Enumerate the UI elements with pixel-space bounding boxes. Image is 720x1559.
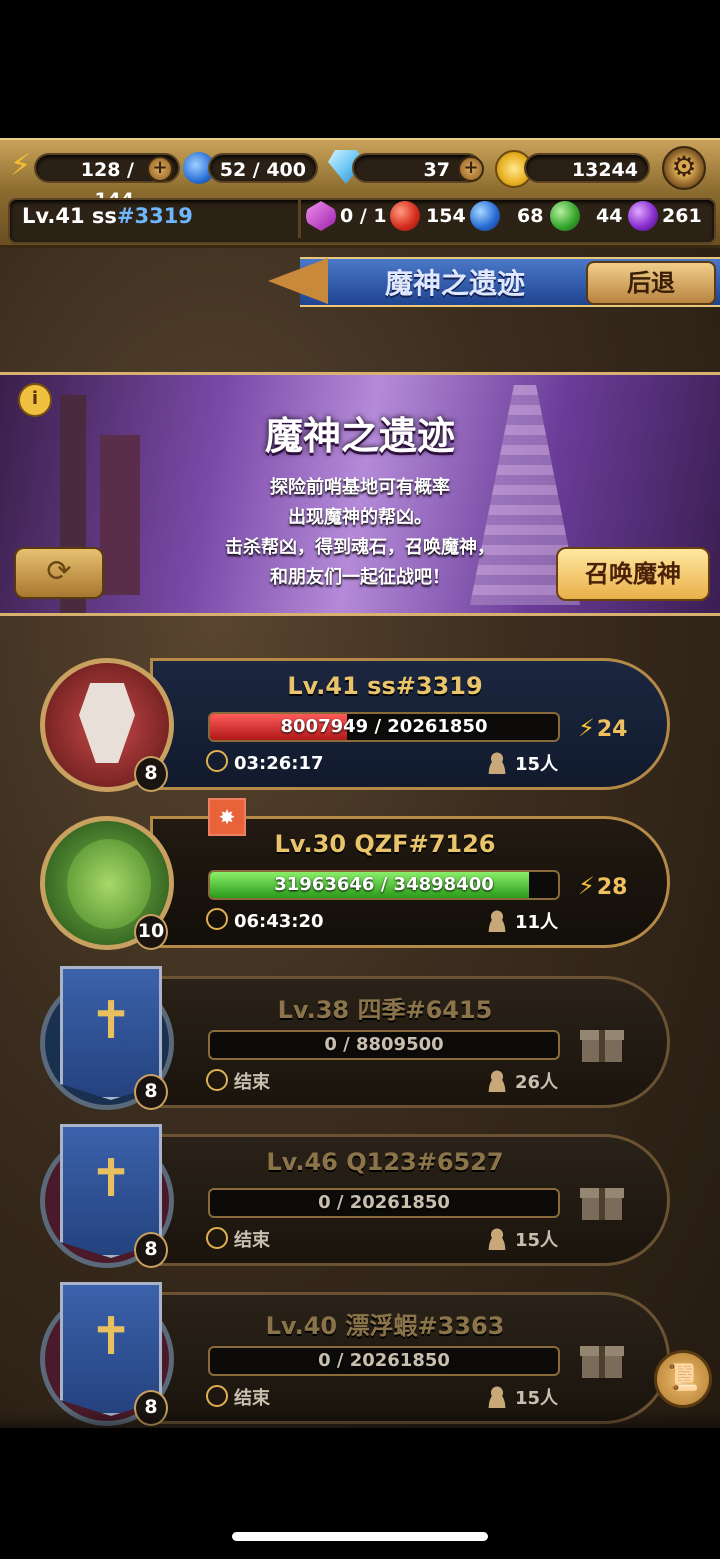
- clock-icon: [206, 1227, 228, 1249]
- red-orb-icon: [390, 201, 420, 231]
- boss-timer: 06:43:20: [206, 908, 324, 932]
- boss-title: Lv.30 QZF#7126: [274, 830, 496, 858]
- stamina-bolt-icon: ⚡: [10, 148, 32, 183]
- pink-crystal-count: 0 / 1: [340, 205, 387, 227]
- gift-icon[interactable]: [580, 1022, 624, 1062]
- purple-orb-icon: [628, 201, 658, 231]
- sword-emblem-icon: ✝: [89, 1307, 133, 1367]
- hero-desc-line: 探险前哨基地可有概率: [270, 477, 450, 498]
- clock-icon: [206, 750, 228, 772]
- stamina-cost: ⚡24: [578, 714, 628, 742]
- clock-icon: [206, 1069, 228, 1091]
- skull-demon-image: [79, 683, 135, 763]
- boss-card[interactable]: ✝ 8 Lv.38 四季#6415 0 / 8809500 结束 26人: [40, 966, 670, 1110]
- boss-level-badge: 8: [134, 756, 168, 792]
- boss-timer: 结束: [206, 1384, 270, 1410]
- refresh-icon: ⟳: [46, 554, 72, 589]
- boss-timer: 结束: [206, 1226, 270, 1252]
- add-gems-button[interactable]: +: [458, 156, 484, 182]
- sword-emblem-icon: ✝: [89, 991, 133, 1051]
- refresh-button[interactable]: ⟳: [14, 547, 104, 599]
- banner-arrow: [268, 258, 328, 304]
- green-orb-icon: [550, 201, 580, 231]
- clock-icon: [206, 908, 228, 930]
- boss-level-badge: 10: [134, 914, 168, 950]
- purple-orb-count: 261: [662, 205, 702, 227]
- home-indicator[interactable]: [232, 1532, 488, 1541]
- hp-text: 31963646 / 34898400: [274, 874, 494, 895]
- hp-text: 0 / 8809500: [324, 1034, 444, 1055]
- boss-timer: 结束: [206, 1068, 270, 1094]
- gold-counter: 13244: [524, 153, 650, 183]
- potion-counter: 52 / 400: [208, 153, 318, 183]
- hero-title: 魔神之遗迹: [264, 414, 455, 458]
- people-icon: [485, 910, 509, 932]
- bolt-icon: ⚡: [578, 714, 595, 742]
- divider: [298, 200, 301, 238]
- boss-hp-bar: 31963646 / 34898400: [208, 870, 560, 900]
- boss-card[interactable]: ✝ 8 Lv.40 漂浮蝦#3363 0 / 20261850 结束 15人: [40, 1282, 670, 1426]
- boss-level-badge: 8: [134, 1074, 168, 1110]
- participant-count: 15人: [485, 750, 558, 776]
- event-hero-panel: i 魔神之遗迹 探险前哨基地可有概率 出现魔神的帮凶。 击杀帮凶，得到魂石，召唤…: [0, 372, 720, 616]
- hp-text: 0 / 20261850: [318, 1192, 450, 1213]
- people-icon: [485, 1070, 509, 1092]
- page-title: 魔神之遗迹: [384, 267, 525, 300]
- summon-button[interactable]: 召唤魔神: [556, 547, 710, 601]
- blue-orb-count: 68: [517, 205, 544, 227]
- boss-title: Lv.38 四季#6415: [277, 996, 493, 1024]
- back-button[interactable]: 后退: [586, 261, 716, 305]
- boss-title: Lv.46 Q123#6527: [266, 1148, 504, 1176]
- boss-hp-bar: 0 / 20261850: [208, 1346, 560, 1376]
- boss-title: Lv.40 漂浮蝦#3363: [265, 1312, 505, 1340]
- people-icon: [485, 1386, 509, 1408]
- clock-icon: [206, 1385, 228, 1407]
- boss-hp-bar: 0 / 20261850: [208, 1188, 560, 1218]
- hp-text: 0 / 20261850: [318, 1350, 450, 1371]
- gift-icon[interactable]: [580, 1180, 624, 1220]
- people-icon: [485, 752, 509, 774]
- people-icon: [485, 1228, 509, 1250]
- boss-card[interactable]: 8 Lv.41 ss#3319 8007949 / 20261850 03:26…: [40, 654, 670, 792]
- bolt-icon: ⚡: [578, 872, 595, 900]
- boss-hp-bar: 8007949 / 20261850: [208, 712, 560, 742]
- gift-icon[interactable]: [580, 1338, 624, 1378]
- boss-timer: 03:26:17: [206, 750, 324, 774]
- hp-text: 8007949 / 20261850: [280, 716, 488, 737]
- participant-count: 15人: [485, 1226, 558, 1252]
- stamina-cost: ⚡28: [578, 872, 628, 900]
- participant-count: 11人: [485, 908, 558, 934]
- sword-emblem-icon: ✝: [89, 1149, 133, 1209]
- boss-card[interactable]: ✸ 10 Lv.30 QZF#7126 31963646 / 34898400 …: [40, 798, 670, 950]
- settings-gear-icon[interactable]: ⚙: [662, 146, 706, 190]
- tree-monster-image: [67, 839, 151, 929]
- blue-orb-icon: [470, 201, 500, 231]
- boss-hp-bar: 0 / 8809500: [208, 1030, 560, 1060]
- participant-count: 15人: [485, 1384, 558, 1410]
- hero-desc-line: 出现魔神的帮凶。: [288, 507, 432, 528]
- boss-card[interactable]: ✝ 8 Lv.46 Q123#6527 0 / 20261850 结束 15人: [40, 1124, 670, 1268]
- scroll-log-icon[interactable]: 📜: [654, 1350, 712, 1408]
- add-stamina-button[interactable]: +: [147, 156, 173, 182]
- green-orb-count: 44: [596, 205, 623, 227]
- boss-title: Lv.41 ss#3319: [287, 672, 483, 700]
- boss-level-badge: 8: [134, 1232, 168, 1268]
- player-name: Lv.41 ss#3319: [22, 204, 193, 228]
- participant-count: 26人: [485, 1068, 558, 1094]
- red-orb-count: 154: [426, 205, 466, 227]
